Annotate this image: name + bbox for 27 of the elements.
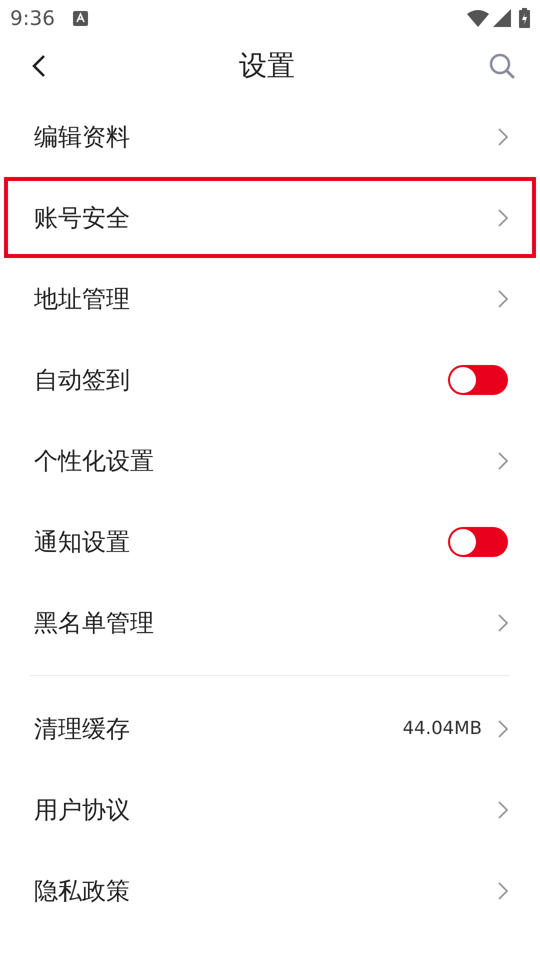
setting-label[interactable]: 通知设置 [34, 526, 448, 558]
cache-size: 44.04MB [402, 718, 482, 739]
battery-icon [519, 8, 530, 28]
chevron-right-icon [498, 128, 508, 146]
setting-label[interactable]: 隐私政策 [34, 874, 498, 906]
chevron-right-icon [498, 614, 508, 632]
setting-label[interactable]: 个性化设置 [34, 444, 498, 476]
signal-icon [493, 9, 511, 27]
toggle-switch[interactable] [448, 526, 508, 556]
setting-label[interactable]: 清理缓存 [34, 712, 403, 744]
chevron-right-icon [498, 452, 508, 470]
chevron-right-icon [498, 720, 508, 738]
keyboard-icon [72, 10, 88, 26]
setting-label[interactable]: 编辑资料 [34, 120, 498, 152]
setting-label[interactable]: 地址管理 [34, 282, 498, 314]
chevron-right-icon [498, 800, 508, 818]
page-title: 设置 [239, 48, 295, 84]
setting-label[interactable]: 自动签到 [34, 364, 448, 396]
setting-label[interactable]: 用户协议 [34, 794, 498, 826]
setting-label[interactable]: 账号安全 [34, 202, 498, 234]
toggle-switch[interactable] [448, 364, 508, 394]
status-time: 9:36 [10, 6, 55, 30]
setting-label[interactable]: 黑名单管理 [34, 606, 498, 638]
chevron-right-icon [498, 208, 508, 226]
wifi-icon [467, 10, 489, 26]
chevron-right-icon [498, 290, 508, 308]
chevron-right-icon [498, 882, 508, 900]
